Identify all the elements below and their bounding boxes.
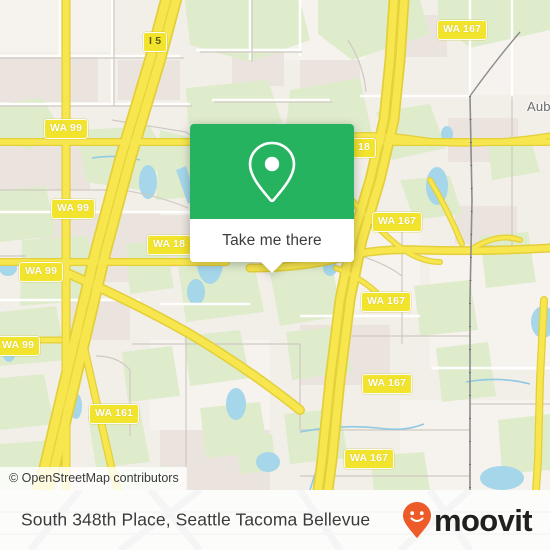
location-popup[interactable]: Take me there <box>190 124 354 273</box>
map-canvas[interactable]: I 5 WA 167 WA 99 WA 99 WA 99 WA 99 WA 18… <box>0 0 550 490</box>
popup-cta-label: Take me there <box>222 231 322 249</box>
map-screenshot-root: I 5 WA 167 WA 99 WA 99 WA 99 WA 99 WA 18… <box>0 0 550 550</box>
map-pin-icon <box>248 141 296 202</box>
popup-icon-area <box>190 124 354 219</box>
moovit-pin-icon <box>402 502 431 538</box>
moovit-wordmark: moovit <box>433 502 533 538</box>
shield-wa-99-c: WA 99 <box>19 262 64 282</box>
footer-bar: South 348th Place, Seattle Tacoma Bellev… <box>0 490 550 550</box>
popup-cta-button[interactable]: Take me there <box>190 219 354 262</box>
place-label-auburn: Aub <box>527 99 550 114</box>
shield-wa-18-b: 18 <box>352 138 377 158</box>
map-attribution[interactable]: © OpenStreetMap contributors <box>0 466 187 490</box>
shield-i-5: I 5 <box>143 32 168 52</box>
shield-wa-167-b: WA 167 <box>372 212 423 232</box>
shield-wa-18-a: WA 18 <box>147 235 192 255</box>
shield-wa-99-b: WA 99 <box>51 199 96 219</box>
popup-pointer <box>260 261 284 273</box>
shield-wa-161: WA 161 <box>89 404 140 424</box>
page-title: South 348th Place, Seattle Tacoma Bellev… <box>21 509 371 530</box>
shield-wa-167-e: WA 167 <box>344 449 395 469</box>
moovit-logo[interactable]: moovit <box>402 501 533 539</box>
shield-wa-167-d: WA 167 <box>362 374 413 394</box>
shield-wa-99-a: WA 99 <box>44 119 89 139</box>
shield-wa-99-d: WA 99 <box>0 336 41 356</box>
shield-wa-167-a: WA 167 <box>437 20 488 40</box>
shield-wa-167-c: WA 167 <box>361 292 412 312</box>
